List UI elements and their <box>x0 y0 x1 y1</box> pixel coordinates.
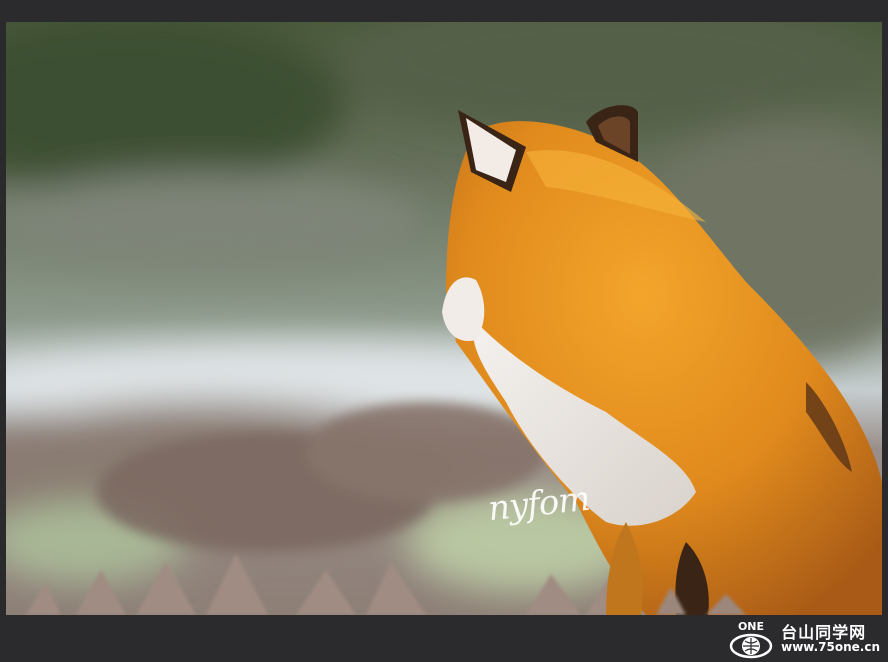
fox-photo: nyfom <box>6 22 882 615</box>
bottom-border: ONE 台山同学网 www.75one.cn <box>0 615 888 662</box>
globe-logo-icon: ONE <box>729 620 773 659</box>
logo-title: 台山同学网 <box>781 622 867 642</box>
svg-text:ONE: ONE <box>738 620 764 633</box>
logo-text: 台山同学网 www.75one.cn <box>781 624 880 655</box>
logo-url: www.75one.cn <box>781 640 880 655</box>
fox-photo-illustration <box>6 22 882 615</box>
site-logo[interactable]: ONE 台山同学网 www.75one.cn <box>727 619 880 659</box>
top-border <box>0 0 888 22</box>
photo-frame: nyfom ONE 台山同学网 www.75one.cn <box>0 0 888 662</box>
